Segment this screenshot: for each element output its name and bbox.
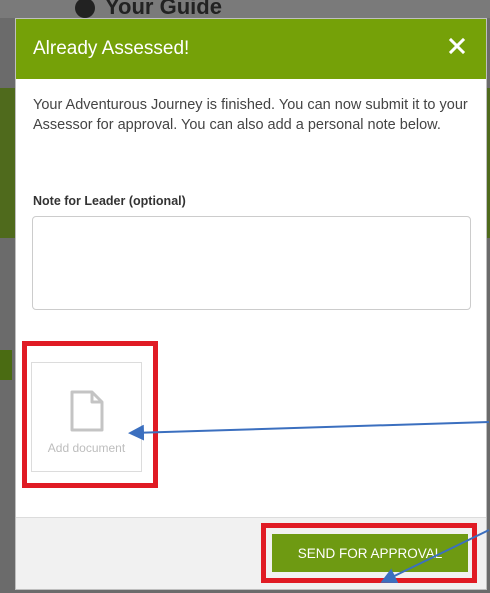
arrow-to-add-document bbox=[128, 421, 490, 441]
arrow-to-send-button bbox=[380, 529, 490, 583]
annotation-arrows bbox=[128, 421, 490, 583]
